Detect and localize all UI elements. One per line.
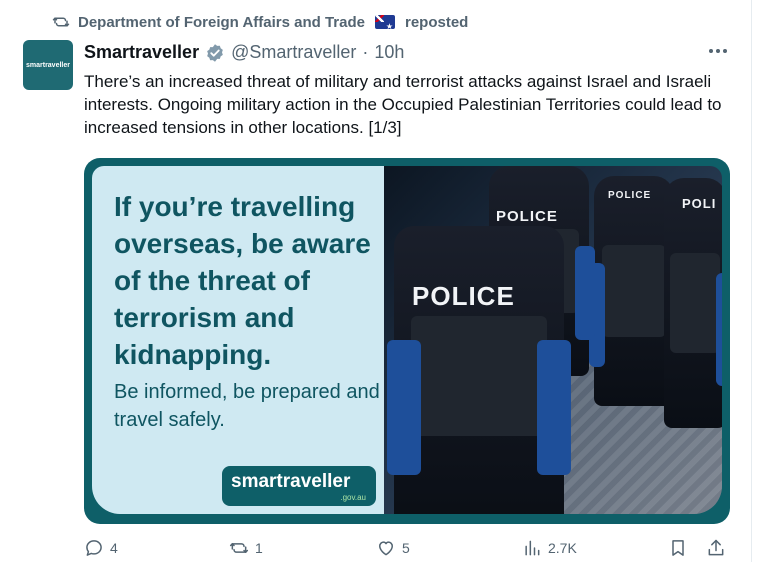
avatar[interactable]: smartraveller	[23, 40, 73, 90]
post-time[interactable]: 10h	[374, 42, 404, 63]
repost-icon	[229, 543, 249, 553]
australian-flag-icon	[375, 15, 395, 29]
views-chart-icon	[525, 540, 540, 556]
infographic-panel: If you’re travelling overseas, be aware …	[92, 166, 392, 514]
police-photo: POLICE POLICE POLICE POLI	[384, 166, 722, 514]
views-button[interactable]: 2.7K	[522, 538, 577, 558]
police-officer	[387, 226, 571, 514]
repost-button[interactable]: 1	[229, 538, 263, 558]
heart-icon	[379, 541, 393, 556]
repost-suffix: reposted	[405, 13, 469, 31]
repost-context: Department of Foreign Affairs and Trade …	[52, 13, 468, 31]
police-officer	[589, 176, 674, 406]
avatar-text: smartraveller	[26, 61, 70, 69]
tweet-text: There’s an increased threat of military …	[84, 72, 722, 137]
reply-button[interactable]: 4	[84, 538, 118, 558]
like-button[interactable]: 5	[376, 538, 410, 558]
media-headline: If you’re travelling overseas, be aware …	[114, 191, 371, 370]
repost-icon	[52, 17, 70, 27]
author-name[interactable]: Smartraveller	[84, 42, 199, 63]
more-options-icon[interactable]	[706, 42, 730, 60]
media-subline: Be informed, be prepared and travel safe…	[114, 381, 380, 431]
police-label: POLICE	[608, 190, 652, 201]
tweet-actions: 4 1 5 2.7K	[84, 538, 734, 562]
bookmark-button[interactable]	[668, 538, 688, 558]
like-count: 5	[402, 540, 410, 556]
verified-badge-icon[interactable]	[205, 43, 225, 63]
smartraveller-logo: smartraveller .gov.au	[222, 466, 376, 506]
reply-count: 4	[110, 540, 118, 556]
logo-domain: .gov.au	[340, 493, 366, 502]
tweet-card[interactable]: Department of Foreign Affairs and Trade …	[0, 0, 752, 562]
views-count: 2.7K	[548, 540, 577, 556]
share-icon	[708, 539, 724, 556]
author-handle[interactable]: @Smartraveller	[231, 42, 356, 63]
police-label: POLICE	[496, 208, 558, 225]
share-button[interactable]	[706, 538, 726, 558]
police-label: POLICE	[412, 281, 515, 311]
repost-count: 1	[255, 540, 263, 556]
reply-icon	[86, 540, 102, 556]
logo-wordmark: smartraveller	[231, 471, 351, 492]
separator-dot: ·	[362, 42, 369, 62]
bookmark-icon	[672, 540, 684, 556]
repost-account-link[interactable]: Department of Foreign Affairs and Trade	[78, 14, 365, 31]
police-officer	[664, 178, 722, 428]
tweet-header: Smartraveller @Smartraveller · 10h	[84, 42, 404, 63]
police-label: POLI	[682, 196, 717, 211]
tweet-media-image[interactable]: If you’re travelling overseas, be aware …	[84, 158, 730, 524]
